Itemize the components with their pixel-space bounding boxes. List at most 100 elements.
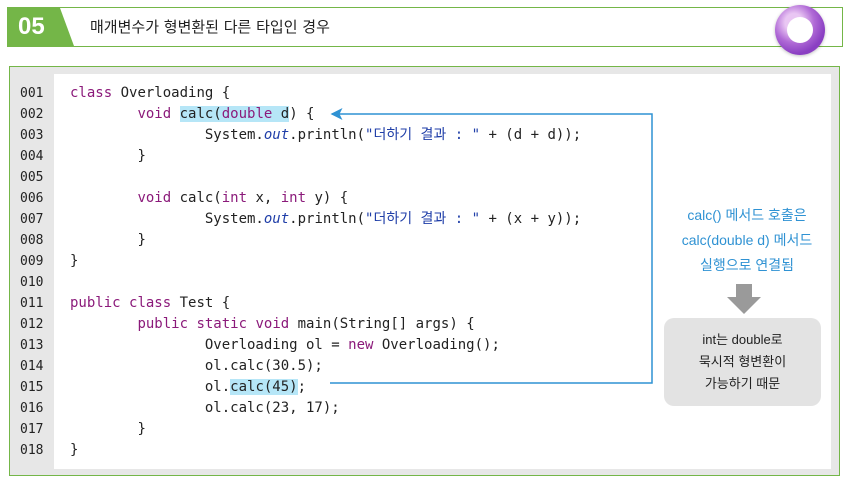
code-text: Overloading { — [112, 85, 231, 101]
code-line-014: ol.calc(30.5); — [70, 356, 323, 377]
code-text: ol.calc(23, 17); — [204, 400, 340, 416]
code-line-006: void calc(int x, int y) { — [70, 188, 348, 209]
code-text: ol.calc(30.5); — [204, 358, 323, 374]
section-number: 05 — [8, 8, 74, 46]
explanation-note: int는 double로 묵시적 형변환이 가능하기 때문 — [664, 318, 821, 406]
code-line-016: ol.calc(23, 17); — [70, 398, 340, 419]
code-text: Overloading ol = — [204, 337, 349, 353]
code-line-018: } — [70, 440, 78, 461]
field-out: out — [263, 211, 290, 227]
line-number: 010 — [20, 275, 44, 290]
string-literal: "더하기 결과 : " — [365, 127, 481, 143]
code-text: ) { — [289, 106, 315, 122]
highlighted-method-call: calc(45) — [230, 379, 298, 395]
line-number: 016 — [20, 401, 44, 416]
section-header: 05 매개변수가 형변환된 다른 타입인 경우 — [7, 7, 843, 47]
code-line-015: ol.calc(45); — [70, 377, 306, 398]
code-text: .println( — [289, 211, 366, 227]
line-number: 011 — [20, 296, 44, 311]
code-text: ; — [297, 379, 307, 395]
line-number: 006 — [20, 191, 44, 206]
down-arrow-icon — [727, 284, 761, 314]
keyword: new — [348, 337, 374, 353]
line-number: 018 — [20, 443, 44, 458]
code-line-011: public class Test { — [70, 293, 230, 314]
code-text: } — [137, 421, 146, 437]
code-text: } — [70, 253, 79, 269]
keyword: void — [137, 190, 172, 206]
code-text: System. — [204, 211, 264, 227]
line-number: 017 — [20, 422, 44, 437]
line-number: 014 — [20, 359, 44, 374]
code-text: } — [137, 148, 146, 164]
keyword: int — [221, 190, 248, 206]
line-number: 015 — [20, 380, 44, 395]
code-text: Test { — [171, 295, 231, 311]
code-text: y) { — [306, 190, 349, 206]
note-line-3: 가능하기 때문 — [704, 376, 781, 391]
line-number: 012 — [20, 317, 44, 332]
keyword: class — [129, 295, 172, 311]
code-line-013: Overloading ol = new Overloading(); — [70, 335, 500, 356]
code-text: .println( — [289, 127, 366, 143]
code-line-007: System.out.println("더하기 결과 : " + (x + y)… — [70, 209, 581, 230]
keyword: public — [70, 295, 121, 311]
code-text: ol. — [204, 379, 231, 395]
code-text: d — [272, 106, 290, 122]
annotation-line-2: calc(double d) 메서드 — [681, 232, 813, 248]
code-line-001: class Overloading { — [70, 83, 230, 104]
highlighted-method-signature: calc(double d — [179, 106, 290, 122]
line-number: 002 — [20, 107, 44, 122]
line-number: 001 — [20, 86, 44, 101]
code-line-004: } — [70, 146, 146, 167]
line-number: 005 — [20, 170, 44, 185]
code-line-002: void calc(double d) { — [70, 104, 314, 125]
section-title: 매개변수가 형변환된 다른 타입인 경우 — [90, 18, 330, 36]
code-line-017: } — [70, 419, 146, 440]
note-line-1: int는 double로 — [702, 332, 783, 347]
code-text: x, — [247, 190, 281, 206]
line-number: 009 — [20, 254, 44, 269]
annotation-line-3: 실행으로 연결됨 — [699, 257, 795, 273]
code-text: calc( — [171, 190, 222, 206]
note-line-2: 묵시적 형변환이 — [698, 354, 787, 369]
code-line-012: public static void main(String[] args) { — [70, 314, 475, 335]
annotation-line-1: calc() 메서드 호출은 — [687, 207, 807, 223]
code-line-003: System.out.println("더하기 결과 : " + (d + d)… — [70, 125, 581, 146]
code-text: } — [70, 442, 79, 458]
line-number: 007 — [20, 212, 44, 227]
line-number: 003 — [20, 128, 44, 143]
code-text: main(String[] args) { — [289, 316, 475, 332]
keyword: double — [221, 106, 273, 122]
keyword: public — [137, 316, 189, 332]
code-text: calc( — [179, 106, 222, 122]
line-number: 013 — [20, 338, 44, 353]
string-literal: "더하기 결과 : " — [365, 211, 481, 227]
code-text: + (x + y)); — [480, 211, 582, 227]
code-text: + (d + d)); — [480, 127, 582, 143]
keyword: int — [280, 190, 307, 206]
keyword: void — [255, 316, 290, 332]
code-text: Overloading(); — [373, 337, 500, 353]
line-number: 008 — [20, 233, 44, 248]
code-text: } — [137, 232, 146, 248]
code-line-009: } — [70, 251, 78, 272]
line-number: 004 — [20, 149, 44, 164]
keyword: void — [137, 106, 172, 122]
field-out: out — [263, 127, 290, 143]
keyword: static — [196, 316, 248, 332]
